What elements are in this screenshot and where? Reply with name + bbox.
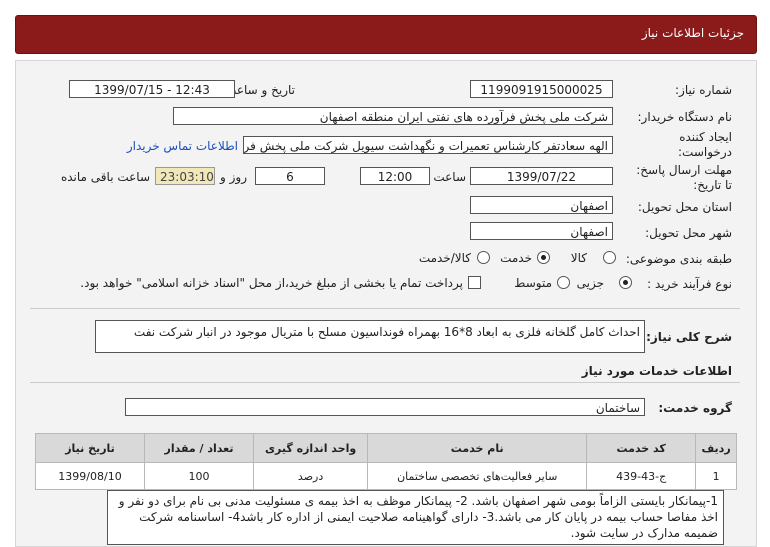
deadline-label-2: تا تاریخ: xyxy=(693,178,732,192)
remaining-timer: 23:03:10 xyxy=(155,167,215,185)
table-cell: سایر فعالیت‌های تخصصی ساختمان xyxy=(367,462,588,490)
deadline-label: مهلت ارسال پاسخ: xyxy=(636,163,732,177)
category-label: طبقه بندی موضوعی: xyxy=(625,252,732,266)
city-value: اصفهان xyxy=(470,222,613,240)
category-radio-goods[interactable] xyxy=(603,251,616,264)
service-group-label: گروه خدمت: xyxy=(658,401,732,415)
table-cell: ج-43-439 xyxy=(586,462,697,490)
category-option-service: خدمت xyxy=(500,251,532,265)
purchase-type-label: نوع فرآیند خرید : xyxy=(647,277,732,291)
services-table: ردیف کد خدمت نام خدمت واحد اندازه گیری ت… xyxy=(34,433,737,490)
divider xyxy=(30,308,740,309)
column-header: تاریخ نیاز xyxy=(34,433,146,463)
deadline-time: 12:00 xyxy=(360,167,430,185)
creator-value: الهه سعادتفر کارشناس تعمیرات و نگهداشت س… xyxy=(243,136,613,154)
category-radio-both[interactable] xyxy=(477,251,490,264)
buyer-contact-link[interactable]: اطلاعات تماس خریدار xyxy=(127,139,238,153)
announce-value: 1399/07/15 - 12:43 xyxy=(69,80,235,98)
page-header: جزئیات اطلاعات نیاز xyxy=(15,15,757,54)
column-header: نام خدمت xyxy=(367,433,588,463)
services-section-title: اطلاعات خدمات مورد نیاز xyxy=(581,364,732,378)
buyer-notes: 1-پیمانکار بایستی الزاماً بومی شهر اصفها… xyxy=(107,490,724,545)
service-group-value: ساختمان xyxy=(125,398,645,416)
summary-label: شرح کلی نیاز: xyxy=(646,330,732,344)
deadline-time-label: ساعت xyxy=(433,170,466,184)
city-label: شهر محل تحویل: xyxy=(645,226,732,240)
table-header-row: ردیف کد خدمت نام خدمت واحد اندازه گیری ت… xyxy=(34,433,737,463)
summary-value: احداث کامل گلخانه فلزی به ابعاد 8*16 بهم… xyxy=(95,320,645,353)
province-value: اصفهان xyxy=(470,196,613,214)
purchase-radio-medium[interactable] xyxy=(557,276,570,289)
table-cell: درصد xyxy=(252,462,369,490)
column-header: تعداد / مقدار xyxy=(144,433,254,463)
table-cell: 1 xyxy=(695,462,737,490)
purchase-option-medium: متوسط xyxy=(514,276,552,290)
page-title: جزئیات اطلاعات نیاز xyxy=(641,26,744,40)
category-option-goods: کالا xyxy=(570,251,587,265)
category-option-both: کالا/خدمت xyxy=(418,251,471,265)
table-cell: 100 xyxy=(144,462,254,490)
buyer-label: نام دستگاه خریدار: xyxy=(637,110,733,124)
need-number-label: شماره نیاز: xyxy=(675,83,732,97)
category-radio-service[interactable] xyxy=(537,251,550,264)
table-row: 1 ج-43-439 سایر فعالیت‌های تخصصی ساختمان… xyxy=(34,462,737,490)
purchase-option-minor: جزیی xyxy=(576,276,604,290)
column-header: واحد اندازه گیری xyxy=(252,433,369,463)
deadline-days: 6 xyxy=(255,167,325,185)
buyer-value: شرکت ملی پخش فرآورده های نفتی ایران منطق… xyxy=(173,107,613,125)
table-cell: 1399/08/10 xyxy=(34,462,146,490)
divider xyxy=(30,382,740,383)
column-header: ردیف xyxy=(695,433,737,463)
remaining-label: ساعت باقی مانده xyxy=(60,170,150,184)
column-header: کد خدمت xyxy=(586,433,697,463)
need-number-value: 1199091915000025 xyxy=(470,80,613,98)
treasury-bonds-text: پرداخت تمام یا بخشی از مبلغ خرید،از محل … xyxy=(80,276,463,290)
province-label: استان محل تحویل: xyxy=(637,200,732,214)
purchase-radio-minor[interactable] xyxy=(619,276,632,289)
deadline-date: 1399/07/22 xyxy=(470,167,613,185)
creator-label: ایجاد کننده xyxy=(679,130,732,144)
days-label: روز و xyxy=(220,170,247,184)
treasury-bonds-checkbox[interactable] xyxy=(468,276,481,289)
creator-label-2: درخواست: xyxy=(678,145,732,159)
